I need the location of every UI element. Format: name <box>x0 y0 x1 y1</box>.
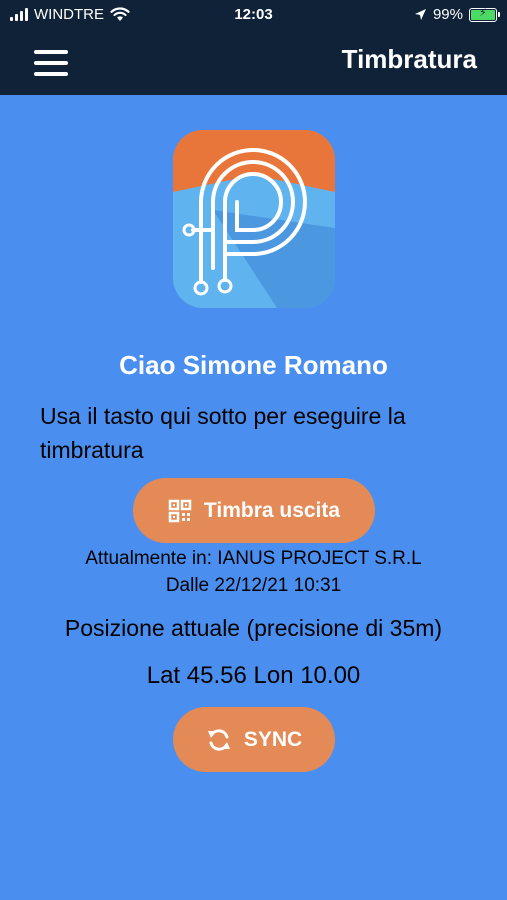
current-location-since: Dalle 22/12/21 10:31 <box>165 575 342 596</box>
position-accuracy: Posizione attuale (precisione di 35m) <box>64 615 443 641</box>
battery-percentage: 99% <box>432 6 463 23</box>
current-location-company: Attualmente in: IANUS PROJECT S.R.L <box>85 548 422 569</box>
location-arrow-icon <box>414 9 426 20</box>
charging-bolt-icon: ⚡ <box>479 6 487 19</box>
qr-code-icon <box>168 499 192 522</box>
coordinates: Lat 45.56 Lon 10.00 <box>146 662 361 689</box>
battery-charging-icon: ⚡ <box>469 6 500 22</box>
app-logo <box>173 130 335 308</box>
status-right: 99% ⚡ <box>414 6 500 23</box>
sync-button[interactable]: SYNC <box>173 707 335 772</box>
hamburger-menu-icon[interactable] <box>34 50 70 76</box>
status-bar: WINDTRE 12:03 99% ⚡ <box>0 0 507 30</box>
timbra-uscita-button[interactable]: Timbra uscita <box>133 478 375 543</box>
sync-button-label: SYNC <box>243 727 303 751</box>
timbra-button-label: Timbra uscita <box>203 498 341 522</box>
greeting-text: Ciao Simone Romano <box>119 350 388 380</box>
current-location: Attualmente in: IANUS PROJECT S.R.L Dall… <box>0 545 507 599</box>
instructions-text: Usa il tasto qui sotto per eseguire la t… <box>40 403 406 463</box>
nav-bar: Timbratura <box>0 30 507 95</box>
sync-icon <box>207 728 230 751</box>
page-title: Timbratura <box>341 44 477 74</box>
